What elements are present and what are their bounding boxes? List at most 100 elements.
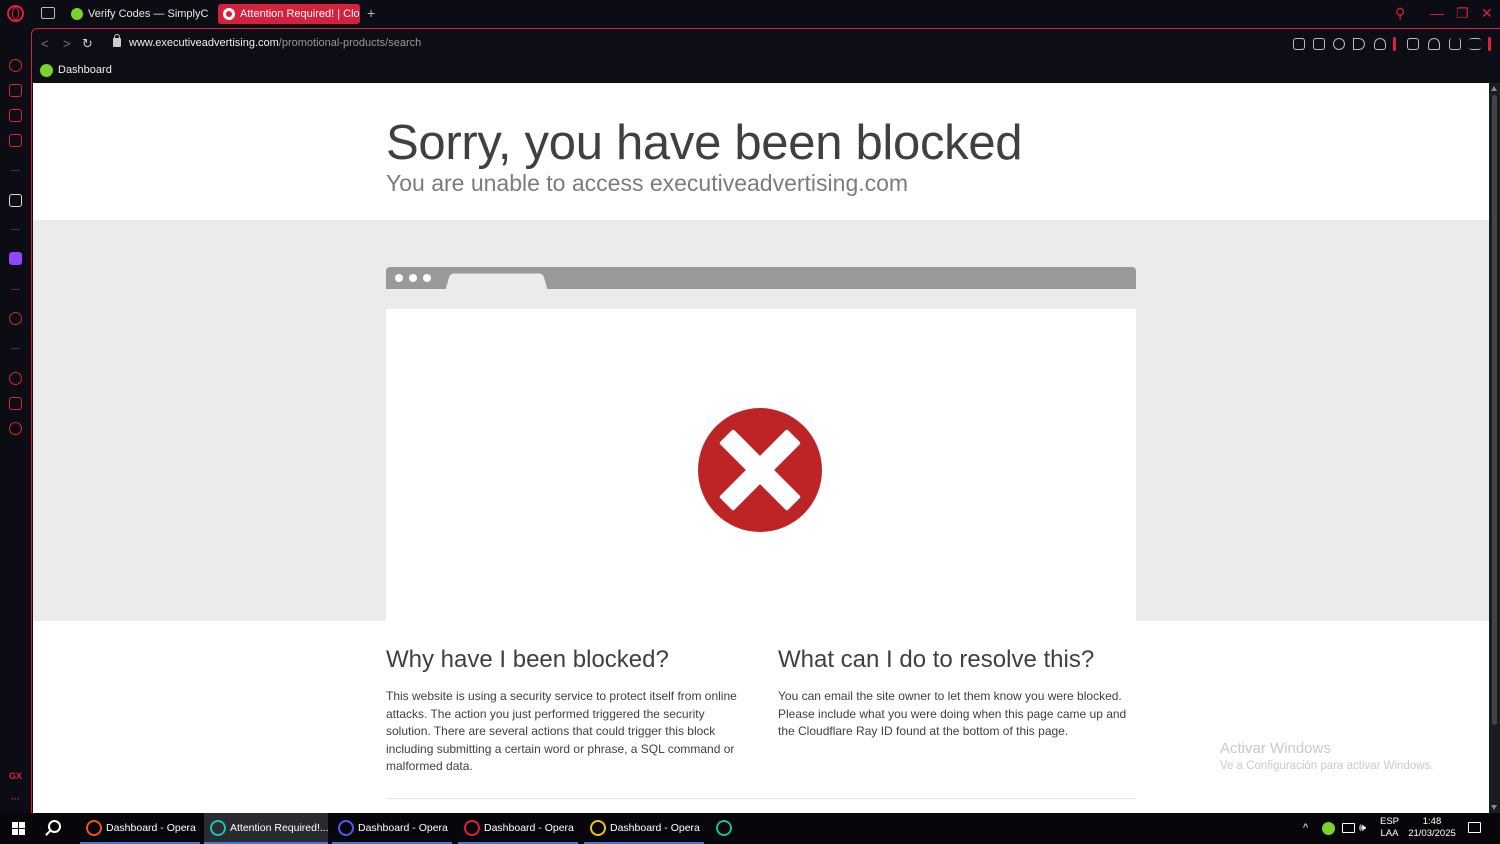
- send-icon[interactable]: [1353, 38, 1365, 50]
- tray-chevron-icon[interactable]: ^: [1303, 822, 1308, 834]
- page-header: Sorry, you have been blocked You are una…: [33, 83, 1489, 220]
- menu-icon[interactable]: [1469, 38, 1481, 50]
- sidebar-m-icon[interactable]: [9, 134, 22, 147]
- extensions-cube-icon[interactable]: [9, 397, 22, 410]
- gx-control-icon[interactable]: GX: [0, 771, 31, 781]
- watermark-subtitle: Ve a Configuración para activar Windows.: [1220, 760, 1434, 772]
- opera-icon: [86, 820, 102, 836]
- tray-app-icon[interactable]: [1322, 822, 1335, 835]
- reload-icon[interactable]: ↻: [82, 37, 93, 50]
- taskbar-app-label: Dashboard - Opera: [484, 822, 574, 834]
- scroll-up-icon[interactable]: [1491, 86, 1497, 91]
- tab-label: Attention Required! | Clou: [240, 8, 360, 20]
- close-icon[interactable]: ✕: [1481, 4, 1493, 22]
- page-scrollbar[interactable]: [1489, 83, 1500, 813]
- back-icon[interactable]: <: [41, 37, 49, 50]
- history-icon[interactable]: [9, 372, 22, 385]
- sidebar-divider: [11, 229, 20, 230]
- sidebar-divider: [11, 289, 20, 290]
- snapshot-camera-icon[interactable]: [1313, 38, 1325, 50]
- twitch-icon[interactable]: [9, 252, 22, 265]
- taskbar-app-label: Dashboard - Opera: [106, 822, 196, 834]
- volume-icon[interactable]: 🕪: [1359, 822, 1366, 834]
- language-code: ESP: [1380, 816, 1400, 827]
- taskbar-app-opera-4[interactable]: Dashboard - Opera: [584, 813, 704, 844]
- sidebar-shop-icon[interactable]: [9, 84, 22, 97]
- taskbar-app-opera-2[interactable]: Dashboard - Opera: [332, 813, 452, 844]
- profile-icon[interactable]: [1428, 38, 1440, 50]
- notifications-icon[interactable]: [1468, 822, 1481, 833]
- opera-icon: [716, 820, 732, 836]
- bookmark-dashboard[interactable]: Dashboard: [40, 63, 112, 78]
- page-title: Sorry, you have been blocked: [386, 116, 1023, 170]
- check-favicon-icon: [71, 8, 83, 20]
- bookmark-label: Dashboard: [58, 64, 112, 76]
- web-page: Sorry, you have been blocked You are una…: [33, 83, 1489, 813]
- resolve-text: You can email the site owner to let them…: [778, 689, 1127, 738]
- sidebar-more-icon[interactable]: ···: [0, 794, 31, 804]
- gx-bar-indicator: [1393, 37, 1396, 51]
- sidebar-a-app-icon[interactable]: [9, 194, 22, 207]
- resolve-section: What can I do to resolve this? You can e…: [778, 646, 1138, 741]
- opera-icon: [590, 820, 606, 836]
- sidebar-reload-icon[interactable]: [9, 59, 22, 72]
- cloudflare-favicon-icon: [223, 8, 235, 20]
- watermark-title: Activar Windows: [1220, 740, 1331, 757]
- new-tab-plus-icon[interactable]: +: [367, 6, 375, 20]
- minimize-icon[interactable]: —: [1430, 4, 1444, 22]
- gx-bar-indicator: [1488, 37, 1491, 51]
- taskbar-app-label: Attention Required!...: [230, 822, 329, 834]
- maximize-icon[interactable]: ❐: [1456, 4, 1469, 22]
- search-tabs-icon[interactable]: ⚲: [1395, 4, 1405, 22]
- page-subtitle: You are unable to access executiveadvert…: [386, 170, 909, 196]
- opera-icon: [338, 820, 354, 836]
- taskbar-app-label: Dashboard - Opera: [358, 822, 448, 834]
- illustration-dot: [423, 274, 431, 282]
- lock-icon[interactable]: [113, 34, 121, 47]
- player-icon[interactable]: [9, 312, 22, 325]
- settings-gear-icon[interactable]: [9, 422, 22, 435]
- scroll-down-icon[interactable]: [1491, 805, 1497, 810]
- tab-verify-codes[interactable]: Verify Codes — SimplyCo: [66, 4, 208, 24]
- edit-icon[interactable]: [1293, 38, 1305, 50]
- taskbar-app-opera-1[interactable]: Dashboard - Opera: [80, 813, 200, 844]
- sidebar-divider: [11, 348, 20, 349]
- divider: [386, 798, 1136, 799]
- taskbar-app-opera-gx[interactable]: [710, 813, 742, 844]
- taskbar-app-opera-3[interactable]: Dashboard - Opera: [458, 813, 578, 844]
- tab-attention-required[interactable]: Attention Required! | Clou: [218, 4, 360, 24]
- address-bar: < > ↻ www.executiveadvertising.com/promo…: [32, 29, 1500, 59]
- bookmarks-bar: Dashboard: [32, 59, 1500, 83]
- clock-date: 21/03/2025: [1408, 828, 1456, 839]
- browser-illustration-window: [386, 309, 1136, 621]
- input-language[interactable]: ESP LAA: [1380, 816, 1399, 840]
- browser-illustration-bar: [386, 267, 1136, 290]
- search-icon[interactable]: [48, 820, 61, 833]
- opera-icon: [210, 820, 226, 836]
- sidebar: GX ···: [0, 28, 31, 813]
- why-text: This website is using a security service…: [386, 689, 737, 773]
- taskbar-app-label: Dashboard - Opera: [610, 822, 700, 834]
- taskbar-app-attention[interactable]: Attention Required!...: [204, 813, 329, 844]
- url-path: /promotional-products/search: [278, 37, 422, 49]
- scroll-thumb[interactable]: [1492, 95, 1497, 725]
- layout-code: LAA: [1380, 828, 1399, 839]
- illustration-dot: [395, 274, 403, 282]
- network-icon[interactable]: [1342, 823, 1355, 833]
- sidebar-monitor-icon[interactable]: [9, 109, 22, 122]
- forward-icon[interactable]: >: [63, 37, 71, 50]
- opera-logo-icon[interactable]: [7, 5, 24, 22]
- adblock-icon[interactable]: [1333, 38, 1345, 50]
- clock[interactable]: 1:48 21/03/2025: [1407, 816, 1457, 840]
- windows-start-icon[interactable]: [12, 822, 25, 835]
- blocked-x-icon: [698, 408, 822, 532]
- sidebar-divider: [11, 170, 20, 171]
- illustration-tab: [445, 273, 548, 290]
- heart-icon[interactable]: [1374, 38, 1386, 50]
- extensions-icon[interactable]: [1407, 38, 1419, 50]
- url-field[interactable]: www.executiveadvertising.com/promotional…: [129, 37, 421, 49]
- windows-activation-watermark: Activar Windows Ve a Configuración para …: [1220, 740, 1434, 772]
- download-icon[interactable]: [1449, 38, 1461, 50]
- resolve-heading: What can I do to resolve this?: [778, 646, 1095, 673]
- tab-overview-icon[interactable]: [41, 7, 55, 19]
